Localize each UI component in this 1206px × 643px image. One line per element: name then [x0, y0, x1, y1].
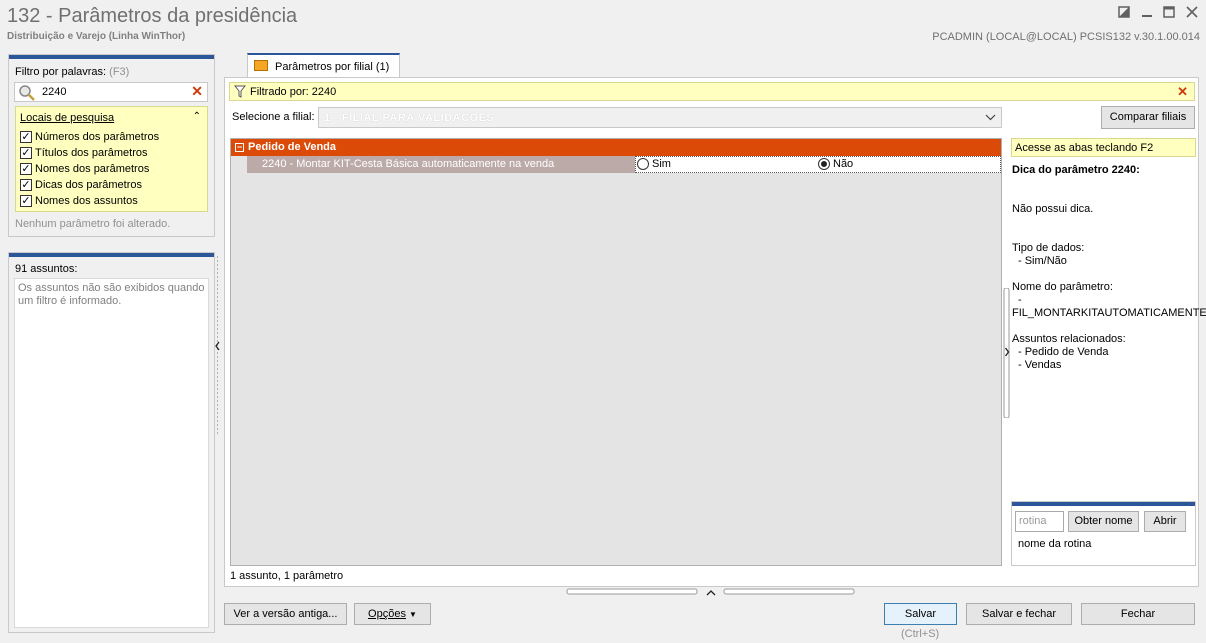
salvar-shortcut: (Ctrl+S)	[901, 628, 940, 640]
search-input[interactable]: 2240 ✕	[14, 82, 208, 102]
dica-hint: Acesse as abas teclando F2	[1011, 138, 1196, 157]
parameter-grid: − Pedido de Venda 2240 - Montar KIT-Cest…	[230, 138, 1002, 566]
ver-versao-antiga-button[interactable]: Ver a versão antiga...	[224, 603, 347, 625]
collapse-icon[interactable]: ⌃	[193, 111, 201, 122]
funnel-icon	[233, 85, 247, 101]
abrir-button[interactable]: Abrir	[1144, 511, 1186, 532]
opcoes-label: Opções	[368, 608, 406, 620]
folder-icon	[254, 60, 268, 71]
option-dicas[interactable]: ✓ Dicas dos parâmetros	[20, 177, 142, 193]
dica-body: Não possui dica.	[1012, 203, 1094, 215]
filter-bar-text: Filtrado por: 2240	[250, 86, 337, 98]
nome-value: FIL_MONTARKITAUTOMATICAMENTE	[1012, 307, 1206, 319]
minimize-icon[interactable]	[1138, 6, 1156, 22]
option-nomes-parametros[interactable]: ✓ Nomes dos parâmetros	[20, 161, 149, 177]
dica-panel: Dica do parâmetro 2240: Não possui dica.…	[1012, 164, 1206, 372]
assuntos-panel: 91 assuntos: Os assuntos não são exibido…	[8, 252, 215, 633]
radio-nao[interactable]: Não	[818, 158, 853, 170]
rotina-panel: rotina Obter nome Abrir nome da rotina	[1011, 501, 1196, 566]
main-content: Filtrado por: 2240 ✕ Selecione a filial:…	[224, 77, 1206, 587]
rotina-input[interactable]: rotina	[1015, 511, 1064, 532]
locais-de-pesquisa: Locais de pesquisa ⌃ ✓ Números dos parâme…	[15, 106, 208, 212]
checkbox-icon[interactable]: ✓	[20, 147, 32, 159]
nome-label: Nome do parâmetro:	[1012, 281, 1113, 293]
opcoes-button[interactable]: Opções ▼	[354, 603, 431, 625]
checkbox-icon[interactable]: ✓	[20, 179, 32, 191]
comparar-filiais-button[interactable]: Comparar filiais	[1101, 106, 1195, 129]
window-title: 132 - Parâmetros da presidência	[7, 5, 298, 27]
param-label: 2240 - Montar KIT-Cesta Básica automatic…	[262, 158, 555, 170]
window-subtitle: Distribuição e Varejo (Linha WinThor)	[7, 31, 186, 42]
tipo-value: - Sim/Não	[1018, 255, 1067, 267]
group-row[interactable]: − Pedido de Venda	[231, 139, 1001, 156]
nome-dash: -	[1018, 294, 1022, 306]
chevron-down-icon	[985, 110, 996, 127]
radio-sim[interactable]: Sim	[637, 158, 671, 170]
radio-icon[interactable]	[637, 158, 649, 170]
nome-rotina-label: nome da rotina	[1018, 538, 1092, 550]
option-nomes-assuntos[interactable]: ✓ Nomes dos assuntos	[20, 193, 138, 209]
filial-value: 1 - FILIAL PARA VALIDACOES	[324, 112, 495, 124]
clear-search-icon[interactable]: ✕	[191, 83, 203, 100]
table-row[interactable]: 2240 - Montar KIT-Cesta Básica automatic…	[231, 156, 1001, 173]
dropdown-arrow-icon: ▼	[409, 610, 417, 619]
status-line: 1 assunto, 1 parâmetro	[230, 570, 344, 582]
dica-title: Dica do parâmetro 2240:	[1012, 164, 1140, 176]
title-bar: 132 - Parâmetros da presidência Distribu…	[0, 0, 1206, 46]
left-splitter[interactable]	[214, 256, 221, 436]
assuntos-rel-label: Assuntos relacionados:	[1012, 333, 1126, 345]
assunto-item: - Vendas	[1018, 359, 1062, 371]
assuntos-count: 91 assuntos:	[15, 263, 78, 275]
radio-selected-icon[interactable]	[818, 158, 830, 170]
option-titulos[interactable]: ✓ Títulos dos parâmetros	[20, 145, 148, 161]
locais-title: Locais de pesquisa	[20, 112, 115, 124]
salvar-button[interactable]: Salvar	[884, 603, 957, 625]
assuntos-message: Os assuntos não são exibidos quando um f…	[18, 282, 205, 307]
checkbox-icon[interactable]: ✓	[20, 195, 32, 207]
param-value-cell[interactable]: Sim Não	[635, 156, 1001, 173]
dica-hint-text: Acesse as abas teclando F2	[1015, 142, 1154, 154]
obter-nome-button[interactable]: Obter nome	[1068, 511, 1139, 532]
bottom-splitter[interactable]	[566, 587, 856, 596]
checkbox-icon[interactable]: ✓	[20, 163, 32, 175]
right-splitter[interactable]	[1003, 287, 1011, 419]
fechar-button[interactable]: Fechar	[1081, 603, 1195, 625]
tab-label: Parâmetros por filial (1)	[275, 61, 390, 73]
search-value: 2240	[42, 86, 67, 98]
group-label: Pedido de Venda	[248, 141, 337, 153]
close-icon[interactable]	[1183, 6, 1201, 22]
change-status: Nenhum parâmetro foi alterado.	[15, 218, 171, 230]
collapse-group-icon[interactable]: −	[235, 143, 244, 152]
panel-accent	[9, 55, 214, 59]
filial-select[interactable]: 1 - FILIAL PARA VALIDACOES	[318, 107, 1002, 128]
filial-label: Selecione a filial:	[232, 111, 315, 123]
restore-icon[interactable]	[1115, 6, 1133, 22]
filter-bar: Filtrado por: 2240 ✕	[229, 82, 1195, 101]
panel-accent	[9, 253, 214, 257]
salvar-e-fechar-button[interactable]: Salvar e fechar	[966, 603, 1072, 625]
clear-filter-icon[interactable]: ✕	[1177, 84, 1188, 100]
filter-panel: Filtro por palavras: (F3) 2240 ✕ Locais …	[8, 54, 215, 237]
user-info: PCADMIN (LOCAL@LOCAL) PCSIS132 v.30.1.00…	[932, 31, 1200, 43]
tipo-label: Tipo de dados:	[1012, 242, 1085, 254]
param-label-cell: 2240 - Montar KIT-Cesta Básica automatic…	[247, 156, 635, 173]
tab-parametros-por-filial[interactable]: Parâmetros por filial (1)	[247, 53, 400, 77]
assuntos-list[interactable]: Os assuntos não são exibidos quando um f…	[14, 278, 209, 628]
maximize-icon[interactable]	[1160, 6, 1178, 22]
search-icon	[18, 84, 36, 105]
panel-accent	[1012, 502, 1195, 506]
filter-label: Filtro por palavras: (F3)	[15, 66, 130, 78]
option-numeros[interactable]: ✓ Números dos parâmetros	[20, 129, 159, 145]
checkbox-icon[interactable]: ✓	[20, 131, 32, 143]
assunto-item: - Pedido de Venda	[1018, 346, 1109, 358]
